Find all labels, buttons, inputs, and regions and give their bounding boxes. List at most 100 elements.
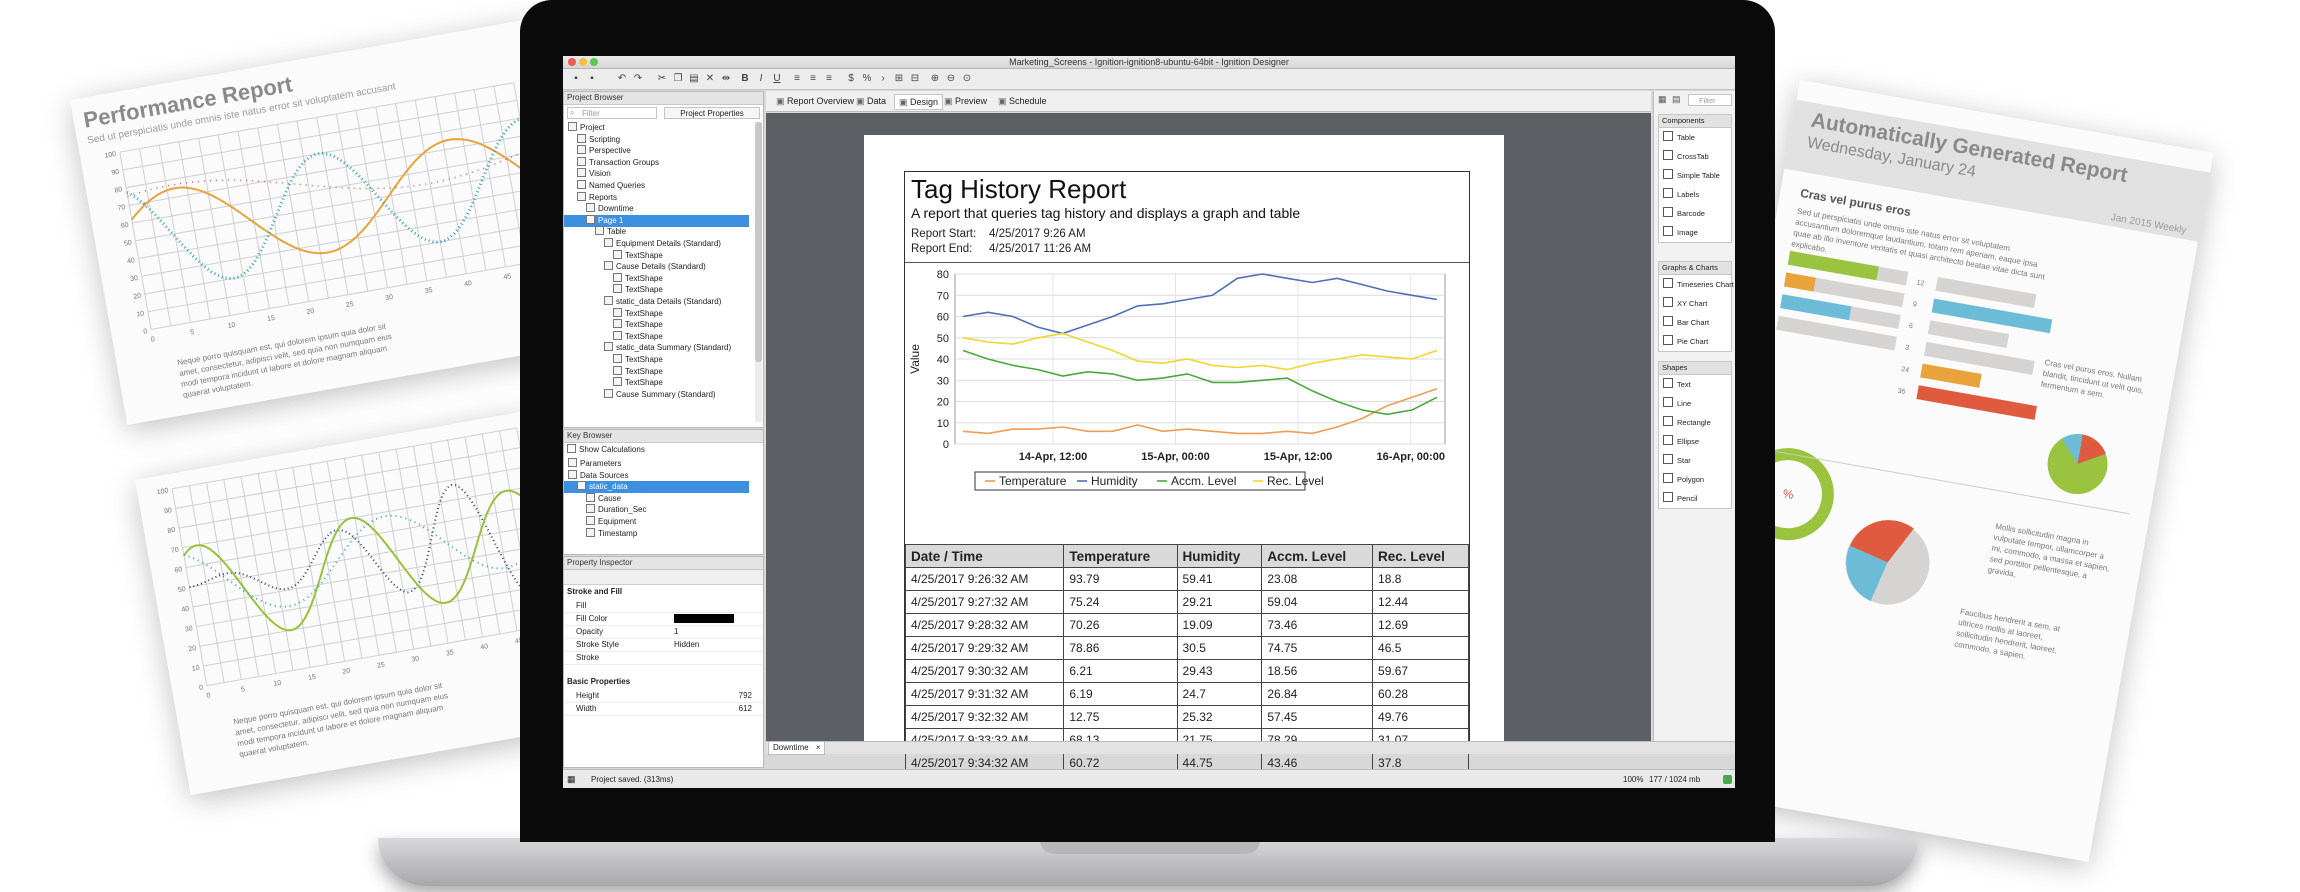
save-all-icon[interactable]: ▪ — [585, 72, 599, 86]
tree-item[interactable]: Cause — [564, 492, 621, 505]
palette-item-simple-table[interactable]: Simple Table — [1659, 166, 1731, 185]
property-row[interactable]: Stroke Style Hidden — [564, 638, 763, 652]
palette-item-line[interactable]: Line — [1659, 394, 1731, 413]
column-header[interactable]: Accm. Level — [1261, 544, 1374, 568]
tree-item[interactable]: Timestamp — [564, 527, 637, 540]
table-row[interactable]: 4/25/2017 9:29:32 AM 78.86 30.5 74.75 46.5 — [904, 636, 1469, 660]
column-header[interactable]: Temperature — [1063, 544, 1178, 568]
report-subtitle[interactable]: A report that queries tag history and di… — [911, 205, 1300, 221]
tree-item[interactable]: Duration_Sec — [564, 504, 646, 516]
tree-item[interactable]: TextShape — [564, 284, 663, 296]
align-left-icon[interactable]: ≡ — [790, 72, 804, 86]
filter-input[interactable]: Filter — [567, 107, 657, 119]
scrollbar[interactable] — [755, 122, 762, 422]
column-header[interactable]: Date / Time — [904, 544, 1065, 568]
tree-item[interactable]: Project — [564, 122, 605, 134]
palette-item-pencil[interactable]: Pencil — [1659, 489, 1731, 508]
tree-item[interactable]: Equipment — [564, 516, 636, 528]
column-header[interactable]: Rec. Level — [1372, 544, 1469, 568]
palette-item-timeseries-chart[interactable]: Timeseries Chart — [1659, 275, 1734, 294]
property-row[interactable]: Fill — [564, 599, 763, 613]
tab-data[interactable]: ▣ Data — [856, 94, 886, 108]
tree-item[interactable]: static_data Summary (Standard) — [564, 342, 731, 354]
tree-item[interactable]: Cause Summary (Standard) — [564, 388, 716, 401]
tree-item[interactable]: static_data — [564, 481, 749, 494]
group-header[interactable]: Shapes — [1659, 362, 1731, 375]
zoom-in-icon[interactable]: ⊕ — [928, 72, 942, 86]
project-properties-tab[interactable]: Project Properties — [664, 107, 760, 119]
column-header[interactable]: Humidity — [1176, 544, 1263, 568]
tree-item[interactable]: TextShape — [564, 330, 663, 343]
align-icon[interactable]: ⇹ — [719, 72, 733, 86]
dollar-icon[interactable]: $ — [844, 72, 858, 86]
tree-item[interactable]: Cause Details (Standard) — [564, 261, 706, 273]
undo-icon[interactable]: ↶ — [615, 72, 629, 86]
section-stroke-fill[interactable]: Stroke and Fill — [567, 587, 622, 596]
palette-item-table[interactable]: Table — [1659, 128, 1731, 147]
report-start-value[interactable]: 4/25/2017 9:26 AM — [989, 228, 1086, 240]
tree-item[interactable]: Named Queries — [564, 180, 645, 192]
show-calculations-checkbox[interactable]: Show Calculations — [567, 444, 645, 455]
zoom-fit-icon[interactable]: ⊙ — [960, 72, 974, 86]
palette-item-barcode[interactable]: Barcode — [1659, 204, 1731, 223]
tree-item[interactable]: Downtime — [564, 203, 634, 215]
tab-schedule[interactable]: ▣ Schedule — [998, 94, 1047, 108]
paste-icon[interactable]: ▤ — [687, 72, 701, 86]
tree-item[interactable]: TextShape — [564, 354, 663, 366]
palette-item-star[interactable]: Star — [1659, 451, 1731, 470]
italic-icon[interactable]: I — [754, 72, 768, 86]
palette-item-pie-chart[interactable]: Pie Chart — [1659, 332, 1731, 351]
palette-item-labels[interactable]: Labels — [1659, 185, 1731, 204]
tree-item[interactable]: Scripting — [564, 133, 620, 146]
save-icon[interactable]: ▪ — [569, 72, 583, 86]
report-page[interactable]: Tag History Report A report that queries… — [864, 135, 1504, 775]
palette-item-xy-chart[interactable]: XY Chart — [1659, 294, 1731, 313]
align-center-icon[interactable]: ≡ — [806, 72, 820, 86]
underline-icon[interactable]: U — [770, 72, 784, 86]
property-value[interactable]: Hidden — [674, 638, 754, 651]
section-basic-properties[interactable]: Basic Properties — [567, 677, 630, 686]
palette-item-bar-chart[interactable]: Bar Chart — [1659, 313, 1731, 332]
palette-list-icon[interactable]: ▤ — [1672, 94, 1681, 105]
palette-item-image[interactable]: Image — [1659, 223, 1731, 242]
tree-item[interactable]: Reports — [564, 191, 617, 204]
percent-icon[interactable]: % — [860, 72, 874, 86]
group-header[interactable]: Graphs & Charts — [1659, 262, 1731, 275]
redo-icon[interactable]: ↷ — [631, 72, 645, 86]
palette-filter-input[interactable]: Filter — [1688, 94, 1732, 106]
zoom-out-icon[interactable]: ⊖ — [944, 72, 958, 86]
timeseries-chart[interactable]: 0 10 20 30 40 50 60 70 80 14-Apr, 12:00 15-Apr, 00… — [905, 264, 1469, 520]
property-row[interactable]: Fill Color — [564, 612, 763, 626]
property-value[interactable]: 1 — [674, 625, 754, 638]
palette-item-rectangle[interactable]: Rectangle — [1659, 413, 1731, 432]
tree-item[interactable]: TextShape — [564, 365, 663, 378]
cut-icon[interactable]: ✂ — [655, 72, 669, 86]
tree-item[interactable]: Perspective — [564, 145, 631, 157]
property-row[interactable]: Width 612 — [564, 702, 763, 716]
palette-item-polygon[interactable]: Polygon — [1659, 470, 1731, 489]
tree-item[interactable]: TextShape — [564, 377, 663, 389]
property-value[interactable] — [674, 614, 734, 623]
property-value[interactable]: 612 — [664, 702, 752, 715]
report-title[interactable]: Tag History Report — [911, 174, 1126, 205]
tree-item[interactable]: Page 1 — [564, 214, 749, 227]
delete-icon[interactable]: ✕ — [703, 72, 717, 86]
palette-view-icon[interactable]: ▦ — [1658, 94, 1667, 105]
tree-item[interactable]: Vision — [564, 168, 611, 180]
group-header[interactable]: Components — [1659, 115, 1731, 128]
property-row[interactable]: Height 792 — [564, 689, 763, 703]
align-right-icon[interactable]: ≡ — [822, 72, 836, 86]
doc-tab-downtime[interactable]: Downtime × — [768, 742, 826, 755]
grid-icon[interactable]: ▦ — [567, 770, 576, 788]
bold-icon[interactable]: B — [738, 72, 752, 86]
tree-item[interactable]: Transaction Groups — [564, 156, 659, 169]
palette-item-crosstab[interactable]: CrossTab — [1659, 147, 1731, 166]
layout-icon[interactable]: ⊞ — [892, 72, 906, 86]
property-row[interactable]: Opacity 1 — [564, 625, 763, 639]
tree-item[interactable]: TextShape — [564, 319, 663, 331]
tab-report-overview[interactable]: ▣ Report Overview — [776, 94, 854, 108]
tree-item[interactable]: TextShape — [564, 272, 663, 285]
tree-item[interactable]: TextShape — [564, 249, 663, 262]
palette-item-text[interactable]: Text — [1659, 375, 1731, 394]
table-row[interactable]: 4/25/2017 9:28:32 AM 70.26 19.09 73.46 12.69 — [904, 613, 1469, 637]
